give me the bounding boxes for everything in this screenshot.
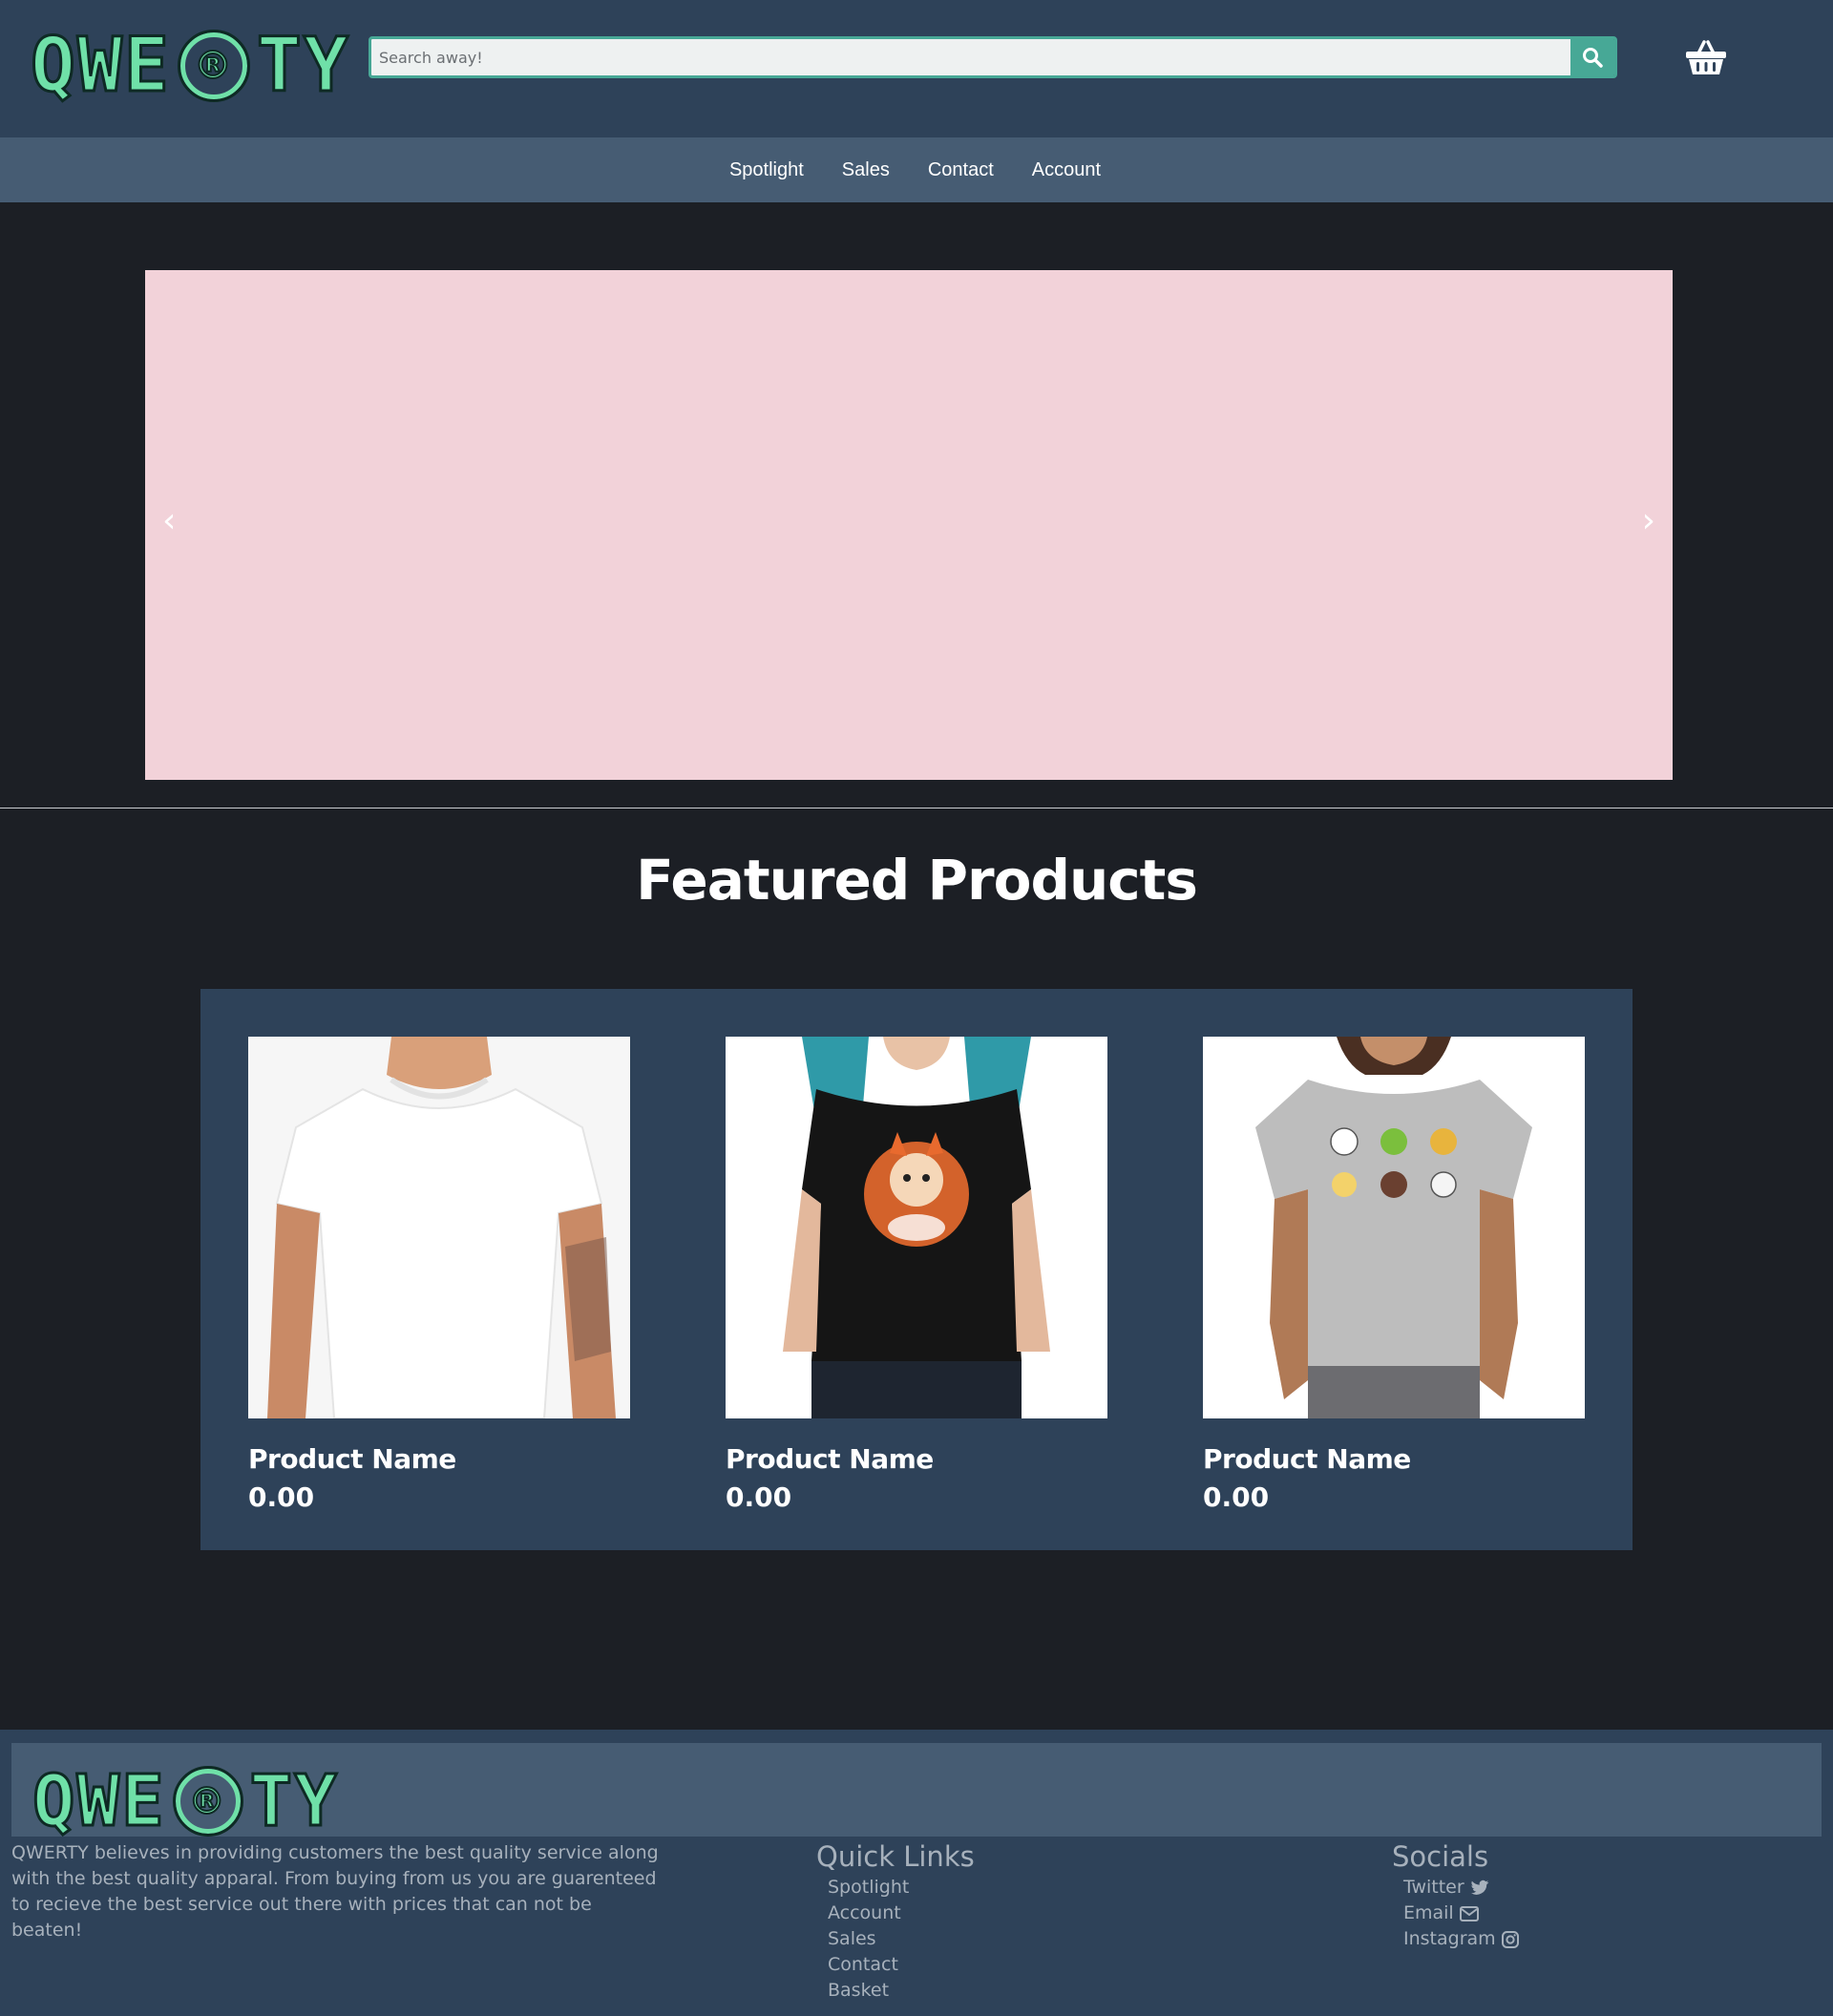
social-label-twitter: Twitter xyxy=(1403,1877,1464,1898)
nav-item-spotlight[interactable]: Spotlight xyxy=(710,159,823,181)
search-bar xyxy=(369,36,1617,78)
twitter-icon xyxy=(1470,1880,1488,1895)
footer-link-contact[interactable]: Contact xyxy=(828,1952,909,1978)
product-name[interactable]: Product Name xyxy=(726,1443,934,1475)
product-price: 0.00 xyxy=(248,1481,315,1513)
social-link-instagram[interactable]: Instagram xyxy=(1403,1926,1519,1952)
site-logo[interactable]: QWE ® TY xyxy=(30,22,350,111)
product-image[interactable] xyxy=(726,1037,1107,1418)
logo-registered-mark: ® xyxy=(172,1766,243,1837)
quick-links-heading: Quick Links xyxy=(816,1840,975,1873)
socials-list: Twitter Email Instagram xyxy=(1403,1875,1519,1952)
search-button[interactable] xyxy=(1570,39,1614,75)
nav-item-sales[interactable]: Sales xyxy=(823,159,909,181)
footer-about-text: QWERTY believes in providing customers t… xyxy=(11,1842,659,1941)
logo-text-left: QWE xyxy=(30,22,171,111)
footer-link-spotlight[interactable]: Spotlight xyxy=(828,1875,909,1900)
envelope-icon xyxy=(1459,1905,1479,1922)
product-name[interactable]: Product Name xyxy=(1203,1443,1411,1475)
social-link-twitter[interactable]: Twitter xyxy=(1403,1875,1519,1900)
socials-heading: Socials xyxy=(1392,1840,1489,1873)
basket-icon xyxy=(1686,40,1726,74)
product-card[interactable]: Product Name 0.00 xyxy=(200,989,678,1550)
product-name[interactable]: Product Name xyxy=(248,1443,456,1475)
product-image[interactable] xyxy=(1203,1037,1585,1418)
carousel-next-button[interactable]: › xyxy=(1642,504,1655,538)
logo-registered-mark: ® xyxy=(177,30,250,102)
instagram-icon xyxy=(1501,1930,1519,1948)
logo-text-right: TY xyxy=(255,22,350,111)
basket-button[interactable] xyxy=(1682,36,1730,78)
site-header: QWE ® TY xyxy=(0,0,1833,137)
footer-link-sales[interactable]: Sales xyxy=(828,1926,909,1952)
hero-carousel: ‹ › xyxy=(145,270,1673,780)
logo-text-left: QWE xyxy=(32,1759,166,1844)
social-label-instagram: Instagram xyxy=(1403,1928,1496,1949)
social-link-email[interactable]: Email xyxy=(1403,1900,1519,1926)
search-input[interactable] xyxy=(371,39,1570,75)
social-label-email: Email xyxy=(1403,1902,1454,1923)
product-card[interactable]: Product Name 0.00 xyxy=(1155,989,1633,1550)
carousel-prev-button[interactable]: ‹ xyxy=(162,504,176,538)
nav-item-account[interactable]: Account xyxy=(1013,159,1120,181)
product-image[interactable] xyxy=(248,1037,630,1418)
footer-logo[interactable]: QWE ® TY xyxy=(32,1759,339,1844)
featured-products-heading: Featured Products xyxy=(636,848,1198,913)
footer-logo-band: QWE ® TY xyxy=(11,1743,1822,1844)
logo-text-right: TY xyxy=(248,1759,339,1844)
quick-links-list: Spotlight Account Sales Contact Basket xyxy=(828,1875,909,2004)
main-nav: Spotlight Sales Contact Account xyxy=(0,137,1833,202)
footer-link-basket[interactable]: Basket xyxy=(828,1978,909,2004)
product-card[interactable]: Product Name 0.00 xyxy=(678,989,1155,1550)
product-price: 0.00 xyxy=(1203,1481,1270,1513)
product-price: 0.00 xyxy=(726,1481,792,1513)
featured-products-grid: Product Name 0.00 Product Name 0.00 Prod… xyxy=(200,989,1633,1550)
footer-link-account[interactable]: Account xyxy=(828,1900,909,1926)
nav-item-contact[interactable]: Contact xyxy=(909,159,1013,181)
search-icon xyxy=(1583,48,1603,68)
site-footer: QWE ® TY QWERTY believes in providing cu… xyxy=(0,1730,1833,2016)
